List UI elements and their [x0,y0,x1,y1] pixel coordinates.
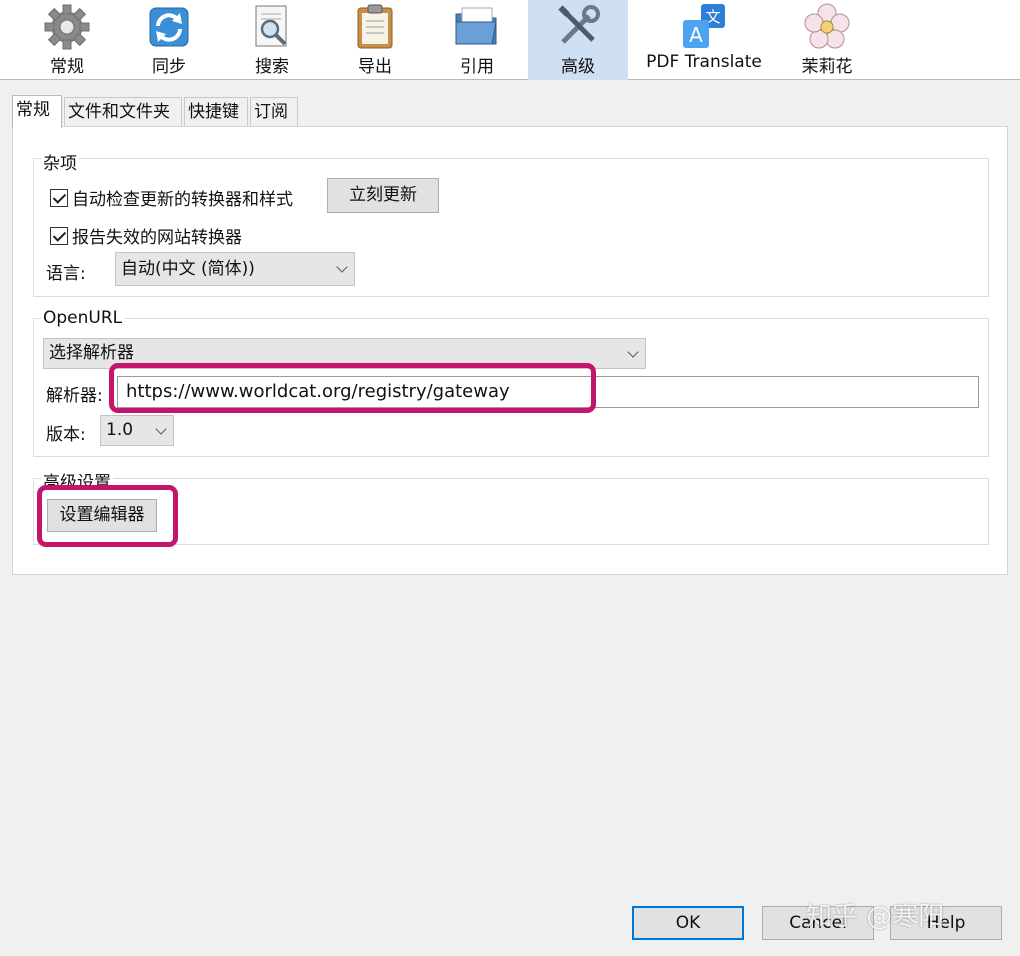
chevron-down-icon [627,345,639,358]
advanced-settings-group [33,478,989,545]
watermark: 知乎 @寒阳 [806,902,945,932]
toolbar-pdf-translate-label: PDF Translate [646,52,762,72]
tab-feeds[interactable]: 订阅 [250,97,298,127]
toolbar-sync-label: 同步 [152,57,186,77]
gear-icon [44,4,90,50]
toolbar-advanced-label: 高级 [561,57,595,77]
toolbar-jasminum[interactable]: 茉莉花 [776,0,878,80]
resolver-url-field[interactable]: https://www.worldcat.org/registry/gatewa… [117,376,979,408]
toolbar-cite-label: 引用 [460,57,494,77]
resolver-label: 解析器: [46,386,103,406]
toolbar-general[interactable]: 常规 [14,0,120,80]
sync-icon [149,7,189,47]
version-label: 版本: [46,425,86,445]
report-broken-row: 报告失效的网站转换器 [50,223,242,248]
auto-update-checkbox[interactable] [50,188,68,207]
toolbar-search-label: 搜索 [255,57,289,77]
translate-icon: 文 A [683,4,725,48]
toolbar-cite[interactable]: 引用 [426,0,528,80]
resolver-select-value: 选择解析器 [49,343,134,363]
clipboard-icon [357,4,393,49]
svg-text:A: A [689,23,703,47]
report-broken-label: 报告失效的网站转换器 [72,228,242,248]
tab-shortcuts[interactable]: 快捷键 [184,97,248,127]
tab-files-folders[interactable]: 文件和文件夹 [64,97,182,127]
preferences-toolbar: 常规 同步 搜索 导出 引用 高级 文 A PDF Translate 茉莉花 [0,0,1020,80]
chevron-down-icon [336,261,348,273]
advanced-settings-title: 高级设置 [41,468,113,493]
toolbar-jasminum-label: 茉莉花 [801,57,853,77]
update-now-button[interactable]: 立刻更新 [327,178,439,213]
tools-icon [558,5,600,44]
folder-icon [455,7,497,45]
toolbar-general-label: 常规 [50,57,84,77]
advanced-general-panel: 杂项 自动检查更新的转换器和样式 立刻更新 报告失效的网站转换器 语言: 自动(… [12,126,1008,575]
chevron-down-icon [155,422,167,435]
toolbar-sync[interactable]: 同步 [118,0,220,80]
resolver-url-value: https://www.worldcat.org/registry/gatewa… [126,381,510,402]
language-select-value: 自动(中文 (简体)) [121,259,255,279]
version-select[interactable]: 1.0 [100,415,174,446]
report-broken-checkbox[interactable] [50,226,68,245]
language-select[interactable]: 自动(中文 (简体)) [115,252,355,286]
misc-group-title: 杂项 [41,149,79,174]
version-select-value: 1.0 [106,420,134,440]
search-document-icon [255,5,287,47]
ok-button[interactable]: OK [632,906,744,940]
toolbar-advanced[interactable]: 高级 [528,0,628,80]
auto-update-label: 自动检查更新的转换器和样式 [72,190,293,210]
config-editor-button[interactable]: 设置编辑器 [47,499,157,532]
auto-update-row: 自动检查更新的转换器和样式 [50,185,293,210]
toolbar-export-label: 导出 [358,57,392,77]
tab-general[interactable]: 常规 [12,95,62,128]
language-label: 语言: [46,264,86,284]
toolbar-export[interactable]: 导出 [324,0,426,80]
flower-icon [804,3,850,49]
toolbar-search[interactable]: 搜索 [220,0,324,80]
toolbar-pdf-translate[interactable]: 文 A PDF Translate [636,0,772,80]
resolver-select[interactable]: 选择解析器 [43,338,646,369]
openurl-group-title: OpenURL [41,308,125,328]
